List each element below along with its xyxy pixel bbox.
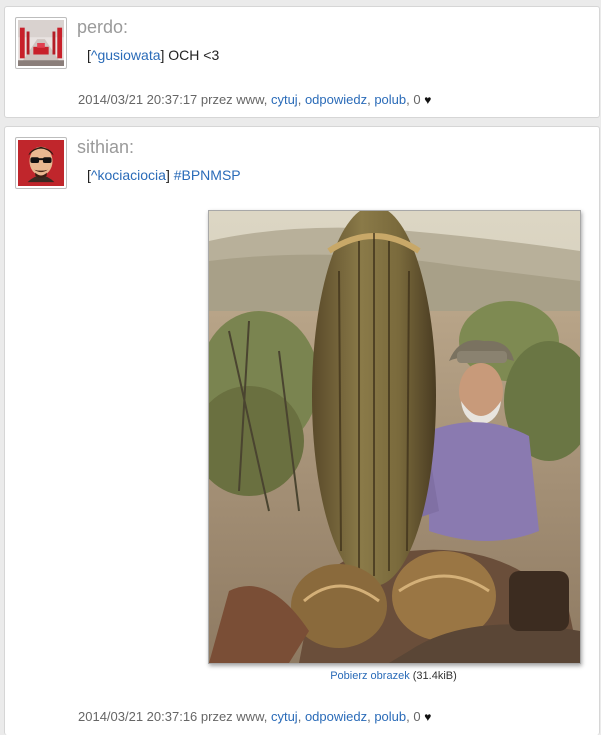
- like-link[interactable]: polub: [374, 92, 406, 107]
- image-size: (31.4kiB): [409, 670, 457, 682]
- message-text: OCH <3: [164, 47, 220, 63]
- quote-link[interactable]: cytuj: [271, 92, 298, 107]
- quote-link[interactable]: cytuj: [271, 709, 298, 724]
- avatar-image: [18, 20, 64, 66]
- reply-to-link[interactable]: ^kociaciocia: [91, 167, 166, 183]
- reply-to-link[interactable]: ^gusiowata: [91, 47, 161, 63]
- post-meta: 2014/03/21 20:37:16 przez www, cytuj, od…: [78, 709, 432, 724]
- timestamp: 2014/03/21 20:37:17: [78, 92, 198, 107]
- username[interactable]: perdo:: [77, 17, 128, 38]
- post-meta: 2014/03/21 20:37:17 przez www, cytuj, od…: [78, 92, 432, 107]
- avatar[interactable]: [15, 137, 67, 189]
- image-caption: Pobierz obrazek (31.4kiB): [208, 670, 579, 682]
- like-count: 0: [413, 92, 421, 107]
- post-perdo: perdo: [^gusiowata] OCH <3 2014/03/21 20…: [4, 6, 600, 118]
- reply-link[interactable]: odpowiedz: [305, 709, 367, 724]
- like-count: 0: [413, 709, 421, 724]
- reply-link[interactable]: odpowiedz: [305, 92, 367, 107]
- via-text: przez www,: [197, 709, 271, 724]
- username[interactable]: sithian:: [77, 137, 134, 158]
- avatar-image: [18, 140, 64, 186]
- post-content: [^kociaciocia] #BPNMSP: [87, 167, 241, 183]
- download-image-link[interactable]: Pobierz obrazek: [330, 670, 410, 682]
- hashtag-link[interactable]: #BPNMSP: [174, 167, 241, 183]
- like-link[interactable]: polub: [374, 709, 406, 724]
- heart-icon: ♥: [424, 710, 432, 724]
- via-text: przez www,: [197, 92, 271, 107]
- post-content: [^gusiowata] OCH <3: [87, 47, 220, 63]
- heart-icon: ♥: [424, 93, 432, 107]
- post-image[interactable]: [208, 210, 581, 664]
- post-sithian: sithian: [^kociaciocia] #BPNMSP Pobierz …: [4, 126, 600, 735]
- avatar[interactable]: [15, 17, 67, 69]
- cactus-photo: [209, 211, 580, 663]
- timestamp: 2014/03/21 20:37:16: [78, 709, 198, 724]
